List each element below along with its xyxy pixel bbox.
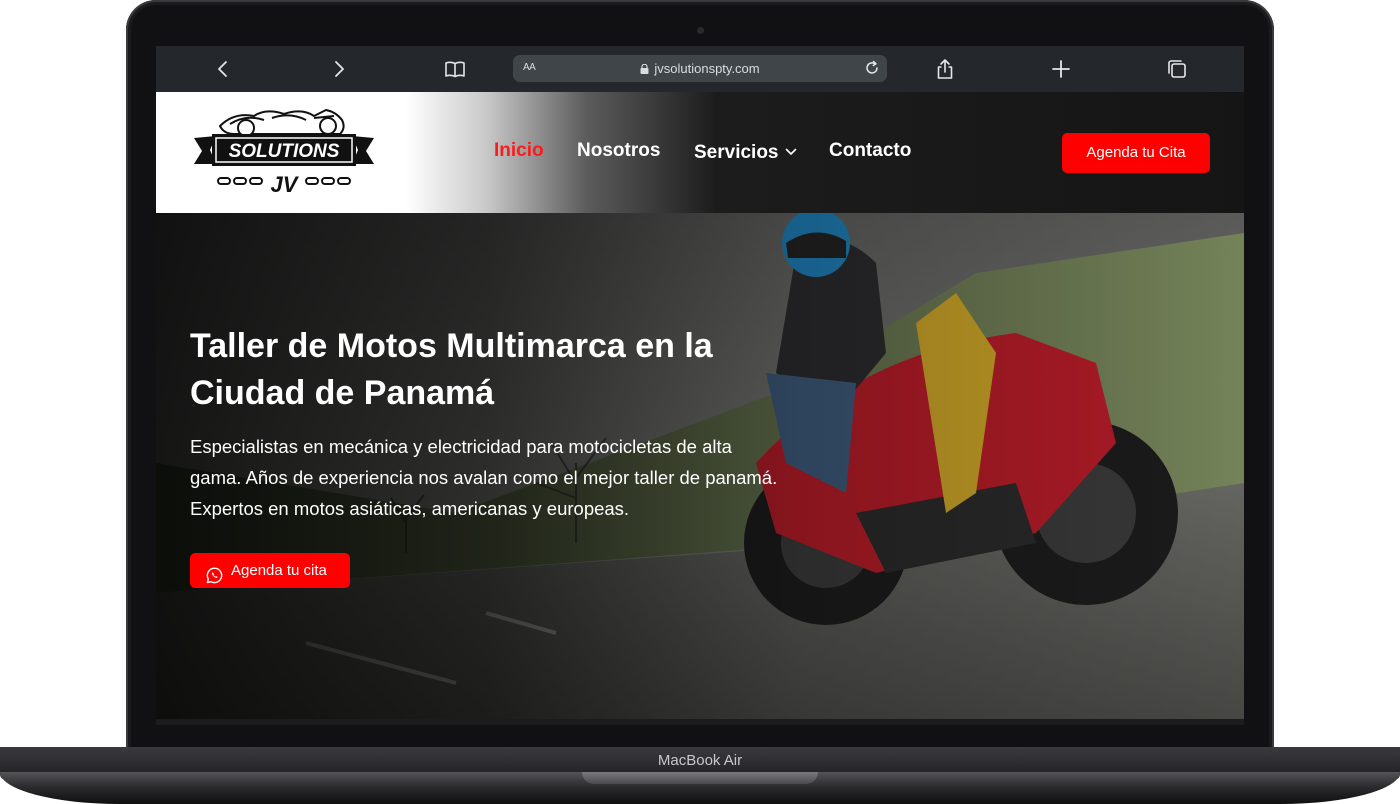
hero-description: Especialistas en mecánica y electricidad… — [190, 436, 778, 519]
nav-item-servicios-label: Servicios — [694, 142, 779, 163]
logo-text-bottom: JV — [271, 172, 300, 197]
website: SOLUTIONS JV Inicio Nosotros Servicios C… — [156, 92, 1244, 725]
plus-icon[interactable] — [1049, 57, 1073, 81]
screen-bezel-bottom — [156, 719, 1244, 725]
chevron-left-icon[interactable] — [211, 57, 235, 81]
device-label: MacBook Air — [657, 752, 743, 769]
address-bar[interactable]: AA jvsolutionspty.com — [513, 55, 887, 82]
logo-text-top: SOLUTIONS — [229, 141, 340, 162]
site-header: SOLUTIONS JV Inicio Nosotros Servicios C… — [156, 92, 1244, 213]
url-text: jvsolutionspty.com — [654, 61, 760, 76]
url-display[interactable]: jvsolutionspty.com — [513, 61, 887, 76]
hero-title: Taller de Motos Multimarca en la Ciudad … — [190, 327, 713, 412]
header-cta-button[interactable]: Agenda tu Cita — [1062, 133, 1210, 173]
camera — [697, 27, 704, 34]
nav-item-nosotros[interactable]: Nosotros — [577, 140, 660, 162]
hero-cta-label: Agenda tu cita — [231, 562, 327, 579]
chevron-right-icon[interactable] — [327, 57, 351, 81]
lock-icon — [640, 62, 649, 74]
chevron-down-icon — [785, 140, 797, 155]
reload-icon[interactable] — [863, 59, 881, 77]
nav-item-servicios[interactable]: Servicios — [694, 140, 797, 164]
hero-section: Taller de Motos Multimarca en la Ciudad … — [156, 213, 1244, 719]
share-icon[interactable] — [933, 57, 957, 81]
laptop-screen: AA jvsolutionspty.com SOLUTIONS JV Inici… — [156, 46, 1244, 725]
site-logo[interactable]: SOLUTIONS JV — [194, 106, 374, 198]
tabs-icon[interactable] — [1165, 57, 1189, 81]
laptop-lip-notch — [582, 772, 818, 784]
nav-item-inicio[interactable]: Inicio — [494, 140, 544, 162]
hero-cta-button[interactable]: Agenda tu cita — [190, 553, 350, 588]
nav-item-contacto[interactable]: Contacto — [829, 140, 911, 162]
book-icon[interactable] — [443, 57, 467, 81]
browser-toolbar: AA jvsolutionspty.com — [156, 46, 1244, 92]
whatsapp-icon — [206, 562, 223, 584]
